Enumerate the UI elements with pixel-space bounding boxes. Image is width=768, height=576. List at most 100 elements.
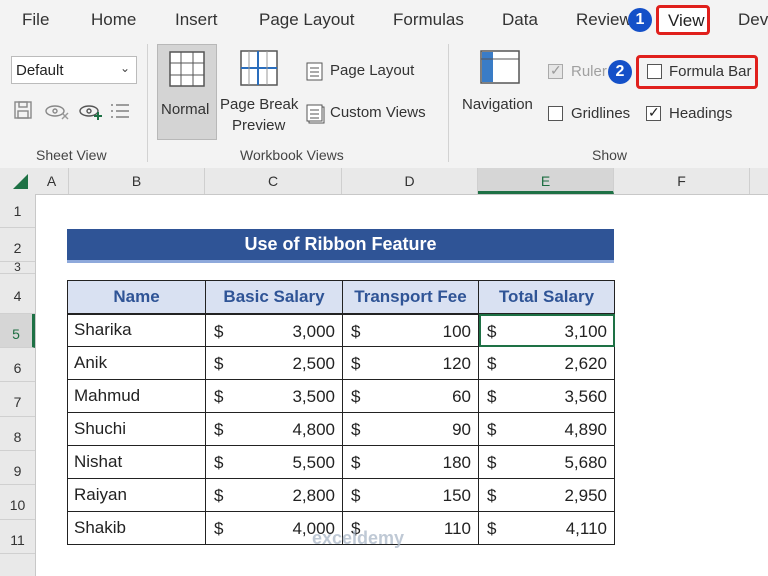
- page-layout-button[interactable]: Page Layout: [304, 60, 424, 82]
- navigation-button[interactable]: Navigation: [458, 50, 542, 130]
- normal-view-label: Normal: [161, 101, 210, 118]
- cell-name[interactable]: Anik: [67, 346, 206, 380]
- cell-basic[interactable]: $5,500: [205, 445, 343, 479]
- cell-name[interactable]: Shakib: [67, 511, 206, 545]
- formula-bar-checkbox[interactable]: [647, 64, 662, 79]
- cell-basic[interactable]: $2,800: [205, 478, 343, 512]
- cell-transport[interactable]: $100: [342, 313, 479, 347]
- column-header-b[interactable]: B: [69, 168, 205, 194]
- menu-bar: File Home Insert Page Layout Formulas Da…: [0, 0, 768, 40]
- cell-name[interactable]: Raiyan: [67, 478, 206, 512]
- cell-value: 3,560: [564, 387, 607, 406]
- sheet-title[interactable]: Use of Ribbon Feature: [67, 229, 614, 263]
- cell-value: 100: [442, 321, 471, 341]
- column-header-f[interactable]: F: [614, 168, 750, 194]
- tab-data[interactable]: Data: [502, 10, 538, 30]
- currency-symbol: $: [214, 486, 224, 505]
- cell-transport[interactable]: $60: [342, 379, 479, 413]
- header-transport-fee[interactable]: Transport Fee: [342, 280, 479, 314]
- cell-transport[interactable]: $180: [342, 445, 479, 479]
- column-headers: A B C D E F: [0, 168, 768, 195]
- cell-name[interactable]: Mahmud: [67, 379, 206, 413]
- tab-insert[interactable]: Insert: [175, 10, 218, 30]
- currency-symbol: $: [487, 519, 497, 538]
- cell-total[interactable]: $5,680: [478, 445, 615, 479]
- header-basic-salary[interactable]: Basic Salary: [205, 280, 343, 314]
- watermark-logo: exceldemy: [312, 528, 405, 548]
- table-row: Raiyan $2,800 $150 $2,950: [67, 478, 615, 512]
- row-header-7[interactable]: 7: [0, 382, 35, 417]
- cell-transport[interactable]: $90: [342, 412, 479, 446]
- row-header-3[interactable]: 3: [0, 261, 35, 274]
- cell-basic[interactable]: $3,000: [205, 313, 343, 347]
- cell-total[interactable]: $4,890: [478, 412, 615, 446]
- currency-symbol: $: [487, 354, 497, 373]
- tab-developer[interactable]: Dev: [738, 10, 768, 30]
- group-divider: [147, 44, 148, 162]
- cell-basic[interactable]: $3,500: [205, 379, 343, 413]
- cell-total[interactable]: $4,110: [478, 511, 615, 545]
- cell-name[interactable]: Sharika: [67, 313, 206, 347]
- row-header-8[interactable]: 8: [0, 417, 35, 451]
- row-header-10[interactable]: 10: [0, 485, 35, 520]
- cell-value: 150: [442, 486, 471, 505]
- ruler-label: Ruler: [571, 63, 607, 80]
- tab-view[interactable]: View: [656, 5, 710, 35]
- tab-home[interactable]: Home: [91, 10, 136, 30]
- custom-views-label: Custom Views: [330, 104, 426, 121]
- header-total-salary[interactable]: Total Salary: [478, 280, 615, 314]
- tab-formulas[interactable]: Formulas: [393, 10, 464, 30]
- tab-file[interactable]: File: [22, 10, 49, 30]
- cell-total[interactable]: $3,560: [478, 379, 615, 413]
- currency-symbol: $: [487, 321, 497, 341]
- row-header-11[interactable]: 11: [0, 520, 35, 554]
- page-break-label-1: Page Break: [220, 96, 299, 113]
- new-view-icon: [79, 105, 102, 120]
- custom-views-button[interactable]: Custom Views: [304, 102, 434, 124]
- group-label-workbook-views: Workbook Views: [240, 147, 344, 163]
- currency-symbol: $: [214, 387, 224, 406]
- row-header-2[interactable]: 2: [0, 228, 35, 262]
- row-header-9[interactable]: 9: [0, 451, 35, 485]
- cell-value: 90: [452, 420, 471, 439]
- cell-transport[interactable]: $150: [342, 478, 479, 512]
- header-name[interactable]: Name: [67, 280, 206, 314]
- tab-page-layout[interactable]: Page Layout: [259, 10, 354, 30]
- tab-review[interactable]: Review: [576, 10, 632, 30]
- cell-name[interactable]: Nishat: [67, 445, 206, 479]
- cell-value: 3,000: [292, 321, 335, 341]
- table-row: Nishat $5,500 $180 $5,680: [67, 445, 615, 479]
- cell-basic[interactable]: $4,800: [205, 412, 343, 446]
- cell-value: 2,950: [564, 486, 607, 505]
- exit-view-icon: [45, 105, 69, 120]
- cell-transport[interactable]: $120: [342, 346, 479, 380]
- headings-checkbox[interactable]: [646, 104, 661, 121]
- currency-symbol: $: [351, 387, 361, 406]
- page-break-label-2: Preview: [232, 117, 286, 134]
- cell-total[interactable]: $2,620: [478, 346, 615, 380]
- formula-bar-label: Formula Bar: [669, 63, 752, 80]
- row-header-4[interactable]: 4: [0, 274, 35, 314]
- gridlines-checkbox[interactable]: [548, 106, 563, 121]
- page-break-preview-button[interactable]: Page Break Preview: [220, 44, 300, 140]
- row-header-1[interactable]: 1: [0, 194, 35, 228]
- column-header-c[interactable]: C: [205, 168, 342, 194]
- row-header-5[interactable]: 5: [0, 314, 35, 348]
- page-layout-label: Page Layout: [330, 62, 415, 79]
- column-header-g[interactable]: [750, 168, 768, 194]
- cell-total[interactable]: $2,950: [478, 478, 615, 512]
- cell-name[interactable]: Shuchi: [67, 412, 206, 446]
- cell-basic[interactable]: $2,500: [205, 346, 343, 380]
- cell-value: 2,500: [292, 354, 335, 373]
- column-header-a[interactable]: A: [35, 168, 69, 194]
- column-header-e[interactable]: E: [478, 168, 614, 194]
- cell-total[interactable]: $3,100: [478, 313, 615, 347]
- currency-symbol: $: [487, 420, 497, 439]
- select-all-corner[interactable]: [0, 168, 35, 194]
- column-header-d[interactable]: D: [342, 168, 478, 194]
- cell-value: 3,500: [292, 387, 335, 406]
- sheet-view-select[interactable]: Default ⌄: [11, 56, 137, 84]
- currency-symbol: $: [214, 321, 224, 341]
- normal-view-button[interactable]: Normal: [157, 44, 217, 140]
- row-header-6[interactable]: 6: [0, 348, 35, 382]
